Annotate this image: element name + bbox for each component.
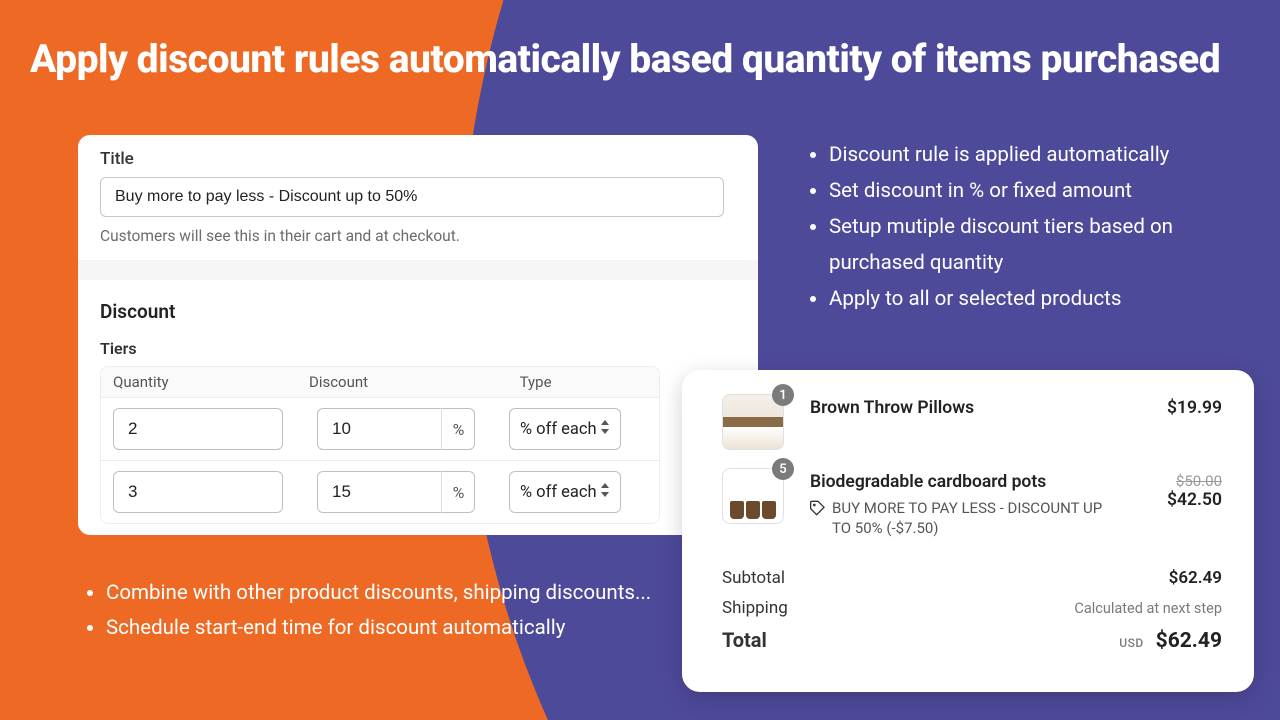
cart-item-promo: BUY MORE TO PAY LESS - DISCOUNT UP TO 50… [832,498,1116,539]
tier-type-select[interactable]: % off each [509,471,621,513]
feature-bullet: Apply to all or selected products [829,282,1255,318]
select-sort-icon [600,420,610,439]
tier-type-value: % off each [520,483,597,502]
title-panel: Title Customers will see this in their c… [78,135,758,260]
cart-item-price: $19.99 [1142,398,1222,418]
tier-quantity-input[interactable] [113,471,283,513]
quantity-badge: 1 [772,384,794,406]
cart-totals: Subtotal $62.49 Shipping Calculated at n… [722,557,1222,653]
col-quantity-header: Quantity [113,373,309,391]
discount-panel: Discount Tiers Quantity Discount Type % … [78,280,758,535]
subtotal-value: $62.49 [1169,568,1222,588]
feature-bullet: Setup mutiple discount tiers based on pu… [829,210,1255,282]
quantity-badge: 5 [772,458,794,480]
title-field-label: Title [100,149,736,169]
col-type-header: Type [520,373,647,391]
cart-item-name: Biodegradable cardboard pots [810,472,1116,492]
feature-bullets-bottom: Combine with other product discounts, sh… [82,576,662,646]
tier-quantity-input[interactable] [113,408,283,450]
tier-row: % % off each [100,461,660,524]
cart-preview-card: 1 Brown Throw Pillows $19.99 5 Biodegrad… [682,370,1254,692]
tiers-header-row: Quantity Discount Type [100,366,660,398]
currency-code: USD [1119,636,1143,650]
tiers-label: Tiers [100,339,736,358]
col-discount-header: Discount [309,373,520,391]
feature-bullet: Combine with other product discounts, sh… [106,576,662,611]
shipping-label: Shipping [722,598,788,618]
subtotal-label: Subtotal [722,568,785,588]
tag-icon [810,498,826,521]
cart-item-name: Brown Throw Pillows [810,398,1116,418]
discount-settings-card: Title Customers will see this in their c… [78,135,758,535]
cart-item-old-price: $50.00 [1142,472,1222,490]
tier-row: % % off each [100,398,660,461]
cart-item-price: $42.50 [1142,490,1222,510]
shipping-note: Calculated at next step [1074,600,1222,617]
percent-suffix: % [441,408,475,450]
feature-bullets-right: Discount rule is applied automatically S… [805,138,1255,317]
tiers-table: Quantity Discount Type % % off each [100,366,660,524]
total-value: $62.49 [1156,629,1222,653]
cart-item: 1 Brown Throw Pillows $19.99 [722,394,1222,450]
tier-type-value: % off each [520,420,597,439]
feature-bullet: Set discount in % or fixed amount [829,174,1255,210]
select-sort-icon [600,483,610,502]
cart-item: 5 Biodegradable cardboard pots BUY MORE … [722,468,1222,539]
feature-bullet: Discount rule is applied automatically [829,138,1255,174]
tier-type-select[interactable]: % off each [509,408,621,450]
title-helper-text: Customers will see this in their cart an… [100,227,736,245]
page-headline: Apply discount rules automatically based… [30,36,1250,82]
discount-heading: Discount [100,300,736,323]
percent-suffix: % [441,471,475,513]
feature-bullet: Schedule start-end time for discount aut… [106,611,662,646]
total-label: Total [722,628,767,652]
title-input[interactable] [100,177,724,217]
